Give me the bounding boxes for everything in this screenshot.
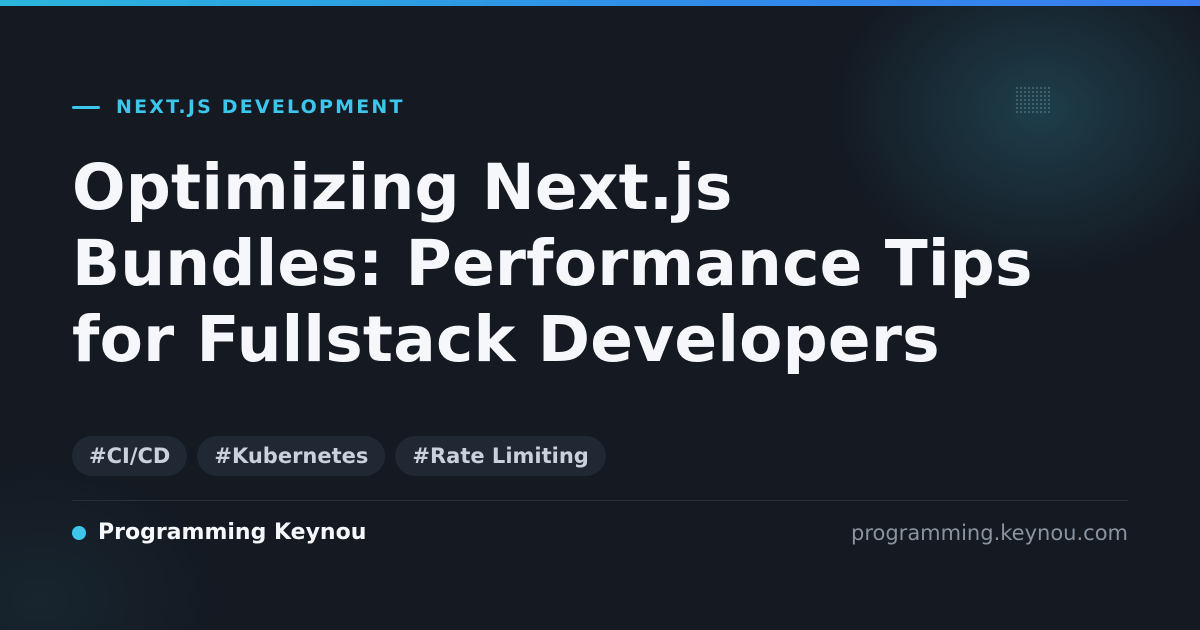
- footer-divider: [72, 500, 1128, 501]
- tag-list: #CI/CD #Kubernetes #Rate Limiting: [72, 436, 606, 476]
- brand-dot-icon: [72, 526, 86, 540]
- tag-rate-limiting: #Rate Limiting: [395, 436, 606, 476]
- article-title: Optimizing Next.js Bundles: Performance …: [72, 150, 1162, 378]
- category-eyebrow: NEXT.JS DEVELOPMENT: [72, 94, 405, 120]
- category-label: NEXT.JS DEVELOPMENT: [116, 96, 405, 118]
- brand-name: Programming Keynou: [98, 520, 367, 545]
- top-accent-bar: [0, 0, 1200, 6]
- article-title-line-3: for Fullstack Developers: [72, 303, 940, 376]
- article-title-line-1: Optimizing Next.js: [72, 151, 733, 224]
- brand: Programming Keynou: [72, 518, 366, 548]
- site-url: programming.keynou.com: [851, 521, 1128, 545]
- tag-ci-cd: #CI/CD: [72, 436, 188, 476]
- tag-kubernetes: #Kubernetes: [197, 436, 386, 476]
- social-card: NEXT.JS DEVELOPMENT Optimizing Next.js B…: [0, 0, 1200, 630]
- category-dash-icon: [72, 105, 100, 109]
- dot-pattern-decoration: [1015, 86, 1051, 114]
- article-title-line-2: Bundles: Performance Tips: [72, 227, 1033, 300]
